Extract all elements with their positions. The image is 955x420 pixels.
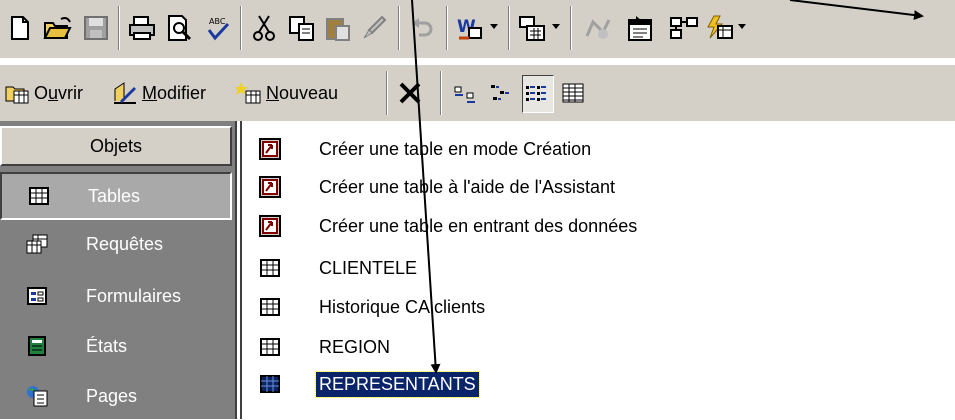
- page-icon: [26, 385, 48, 407]
- list-item-label: CLIENTELE: [319, 257, 418, 278]
- list-view-button[interactable]: [522, 75, 554, 113]
- table-icon: [258, 372, 282, 396]
- properties-icon[interactable]: [622, 10, 658, 46]
- list-item-label: REGION: [319, 336, 391, 357]
- code-icon[interactable]: [580, 10, 616, 46]
- open-folder-icon[interactable]: [40, 10, 76, 46]
- shortcut-icon: [258, 175, 282, 199]
- open-button[interactable]: Ouvrir: [4, 75, 83, 111]
- analyze-icon[interactable]: [514, 10, 550, 46]
- list-item-label: Créer une table à l'aide de l'Assistant: [319, 176, 616, 197]
- sidebar-item-tables[interactable]: Tables: [0, 172, 232, 220]
- standard-toolbar: ABC W: [0, 0, 955, 58]
- copy-icon[interactable]: [284, 10, 320, 46]
- table-icon: [258, 295, 282, 319]
- new-button-label: Nouveau: [266, 82, 339, 103]
- objects-header[interactable]: Objets: [0, 126, 232, 166]
- print-preview-icon[interactable]: [162, 10, 198, 46]
- analyze-dropdown-icon[interactable]: [552, 24, 560, 29]
- report-icon: [26, 335, 48, 357]
- small-icons-button[interactable]: [488, 75, 518, 111]
- new-object-icon[interactable]: [702, 10, 738, 46]
- sidebar-item-queries[interactable]: Requêtes: [0, 220, 232, 268]
- cut-icon[interactable]: [246, 10, 282, 46]
- new-table-icon: [236, 82, 261, 104]
- list-view-icon: [526, 86, 546, 101]
- table-icon: [258, 256, 282, 280]
- sidebar-item-pages[interactable]: Pages: [0, 372, 232, 420]
- table-icon: [28, 185, 50, 207]
- new-document-icon[interactable]: [2, 10, 38, 46]
- undo-icon[interactable]: [404, 10, 440, 46]
- relationships-icon[interactable]: [666, 10, 702, 46]
- list-item-label: Historique CA clients: [319, 296, 486, 317]
- sidebar-item-forms[interactable]: Formulaires: [0, 272, 232, 320]
- list-item-label: Créer une table en entrant des données: [319, 215, 638, 236]
- list-item-label: Créer une table en mode Création: [319, 138, 592, 159]
- query-icon: [26, 233, 48, 255]
- open-object-icon: [5, 86, 29, 104]
- small-icons-icon: [491, 85, 509, 100]
- shortcut-icon: [258, 214, 282, 238]
- new-button[interactable]: Nouveau: [236, 75, 338, 111]
- spelling-icon[interactable]: ABC: [200, 10, 236, 46]
- large-icons-icon: [454, 86, 475, 103]
- open-button-label: Ouvrir: [34, 82, 84, 103]
- details-view-button[interactable]: [560, 75, 590, 111]
- sidebar-item-label: Formulaires: [86, 285, 182, 306]
- sidebar-item-label: Tables: [88, 185, 141, 206]
- save-icon[interactable]: [78, 10, 114, 46]
- database-window-toolbar: Ouvrir Modifier Nouveau: [0, 65, 955, 121]
- table-icon: [258, 335, 282, 359]
- paste-icon[interactable]: [320, 10, 356, 46]
- modify-button-label: Modifier: [142, 82, 207, 103]
- sidebar-item-reports[interactable]: États: [0, 322, 232, 370]
- office-links-dropdown-icon[interactable]: [490, 24, 498, 29]
- sidebar-item-label: États: [86, 335, 128, 356]
- new-object-dropdown-icon[interactable]: [738, 24, 746, 29]
- sidebar-item-label: Requêtes: [86, 233, 164, 254]
- list-item-label: REPRESENTANTS: [315, 370, 480, 398]
- delete-icon: [399, 82, 421, 104]
- form-icon: [26, 285, 48, 307]
- details-view-icon: [562, 83, 584, 103]
- sidebar-item-label: Pages: [86, 385, 138, 406]
- print-icon[interactable]: [124, 10, 160, 46]
- design-view-icon: [114, 82, 136, 104]
- office-links-icon[interactable]: W: [452, 10, 488, 46]
- delete-button[interactable]: [398, 75, 426, 111]
- svg-text:ABC: ABC: [209, 17, 226, 26]
- large-icons-button[interactable]: [452, 75, 482, 111]
- format-painter-icon[interactable]: [356, 10, 392, 46]
- modify-button[interactable]: Modifier: [112, 75, 206, 111]
- toolbar-gap: [0, 58, 955, 65]
- shortcut-icon: [258, 137, 282, 161]
